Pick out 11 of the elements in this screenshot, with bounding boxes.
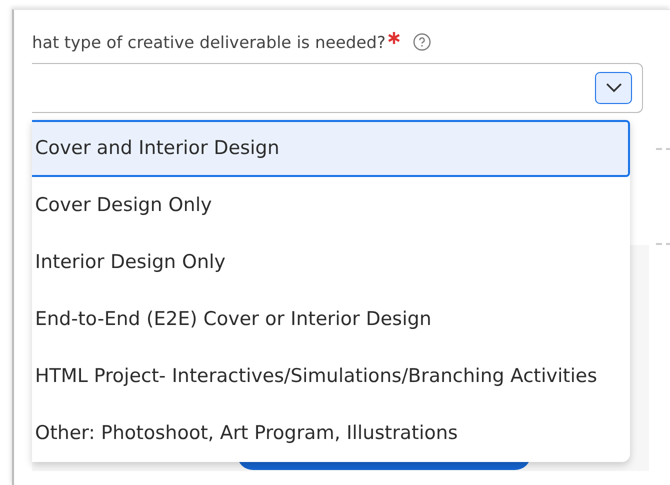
field-label: hat type of creative deliverable is needed? — [32, 32, 386, 52]
dropdown-field[interactable] — [32, 63, 643, 113]
dropdown-option[interactable]: Interior Design Only — [32, 234, 630, 291]
dropdown-option[interactable]: Other: Photoshoot, Art Program, Illustrations — [32, 405, 630, 462]
chevron-down-icon — [606, 83, 622, 93]
dropdown-option[interactable]: End-to-End (E2E) Cover or Interior Design — [32, 291, 630, 348]
dropdown-option[interactable]: Cover and Interior Design — [32, 120, 630, 177]
dropdown-toggle-button[interactable] — [595, 72, 632, 104]
dropdown-option[interactable]: Cover Design Only — [32, 177, 630, 234]
dropdown-option[interactable]: HTML Project- Interactives/Simulations/Branching Activities — [32, 348, 630, 405]
help-icon[interactable] — [412, 33, 431, 51]
